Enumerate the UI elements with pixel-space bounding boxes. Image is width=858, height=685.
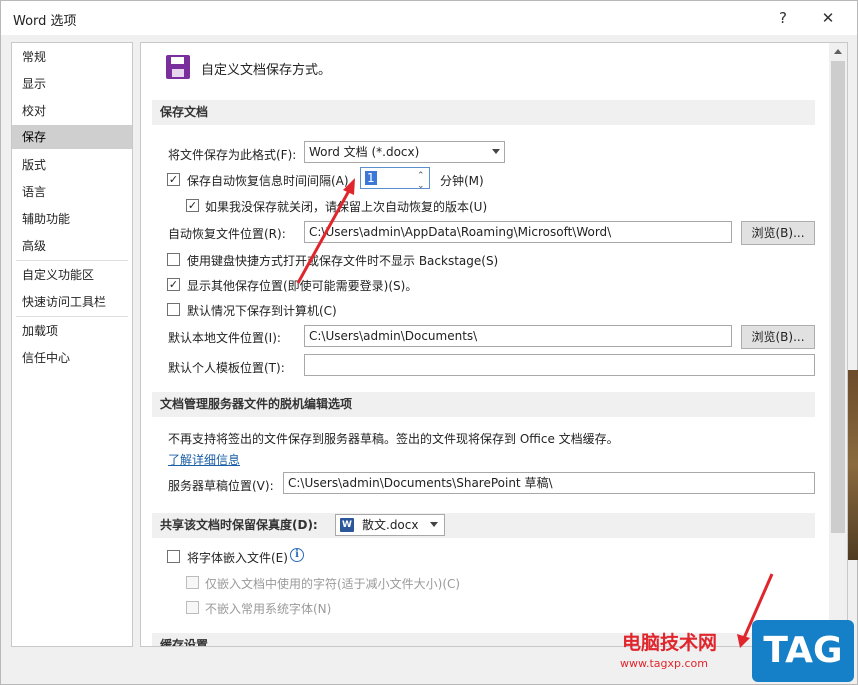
no-common-fonts-label: 不嵌入常用系统字体(N): [205, 602, 332, 616]
preserve-fidelity-label: 共享该文档时保留保真度(D):: [160, 518, 318, 532]
window-title: Word 选项: [13, 14, 77, 29]
watermark-site-name: 电脑技术网: [622, 632, 718, 654]
nav-item-language[interactable]: 语言: [12, 180, 132, 204]
keep-last-version-checkbox[interactable]: ✓: [186, 199, 199, 212]
nav-item-display[interactable]: 显示: [12, 72, 132, 96]
default-computer-label: 默认情况下保存到计算机(C): [187, 304, 337, 318]
scrollbar-thumb[interactable]: [831, 61, 845, 533]
vertical-scrollbar[interactable]: [829, 43, 847, 646]
autorecover-location-label: 自动恢复文件位置(R):: [168, 227, 286, 241]
title-bar: Word 选项 ? ✕: [1, 1, 857, 35]
nav-item-addins[interactable]: 加载项: [12, 319, 132, 343]
save-options-panel: 自定义文档保存方式。 保存文档 将文件保存为此格式(F): Word 文档 (*…: [140, 42, 848, 647]
show-other-locations-checkbox[interactable]: ✓: [167, 278, 180, 291]
nav-item-customize-ribbon[interactable]: 自定义功能区: [12, 263, 132, 287]
no-common-fonts-checkbox[interactable]: [186, 601, 199, 614]
nav-item-trust-center[interactable]: 信任中心: [12, 346, 132, 370]
autorecover-minutes-spinner[interactable]: 1 ⌃ ⌄: [360, 167, 430, 189]
no-backstage-label: 使用键盘快捷方式打开或保存文件时不显示 Backstage(S): [187, 254, 499, 268]
spin-down-icon[interactable]: ⌄: [417, 176, 425, 188]
nav-item-save[interactable]: 保存: [12, 125, 132, 149]
background-photo-strip: [848, 370, 858, 560]
embed-fonts-checkbox[interactable]: [167, 550, 180, 563]
autorecover-label: 保存自动恢复信息时间间隔(A): [187, 174, 349, 188]
personal-templates-label: 默认个人模板位置(T):: [168, 361, 285, 375]
save-format-dropdown[interactable]: Word 文档 (*.docx): [304, 141, 505, 163]
default-local-location-label: 默认本地文件位置(I):: [168, 331, 281, 345]
chevron-down-icon: [492, 149, 500, 154]
fidelity-document-value: 散文.docx: [362, 518, 419, 532]
word-document-icon: W: [340, 518, 354, 532]
embed-fonts-label: 将字体嵌入文件(E): [187, 551, 288, 565]
nav-divider: [16, 316, 128, 317]
fidelity-document-dropdown[interactable]: W 散文.docx: [335, 514, 445, 536]
server-drafts-input[interactable]: C:\Users\admin\Documents\SharePoint 草稿\: [283, 472, 815, 494]
offline-notice-text: 不再支持将签出的文件保存到服务器草稿。签出的文件现将保存到 Office 文档缓…: [168, 432, 619, 446]
embed-used-chars-label: 仅嵌入文档中使用的字符(适于减小文件大小)(C): [205, 577, 461, 591]
nav-item-advanced[interactable]: 高级: [12, 234, 132, 258]
help-button[interactable]: ?: [769, 7, 797, 29]
nav-item-general[interactable]: 常规: [12, 45, 132, 69]
no-backstage-checkbox[interactable]: [167, 253, 180, 266]
options-nav: 常规 显示 校对 保存 版式 语言 辅助功能 高级 自定义功能区 快速访问工具栏…: [11, 42, 133, 647]
section-save-documents: 保存文档: [152, 100, 815, 125]
browse-local-button[interactable]: 浏览(B)...: [741, 325, 815, 349]
default-local-location-input[interactable]: C:\Users\admin\Documents\: [304, 325, 732, 347]
nav-divider: [16, 260, 128, 261]
chevron-down-icon: [430, 522, 438, 527]
watermark-url: www.tagxp.com: [620, 657, 708, 670]
personal-templates-input[interactable]: [304, 354, 815, 376]
save-format-value: Word 文档 (*.docx): [309, 145, 420, 159]
watermark-tag-logo: TAG: [752, 620, 854, 682]
minutes-unit-label: 分钟(M): [440, 174, 484, 188]
save-format-label: 将文件保存为此格式(F):: [168, 148, 297, 162]
section-preserve-fidelity: 共享该文档时保留保真度(D):: [152, 513, 815, 538]
word-options-dialog: Word 选项 ? ✕ 常规 显示 校对 保存 版式 语言 辅助功能 高级 自定…: [0, 0, 858, 685]
autorecover-location-input[interactable]: C:\Users\admin\AppData\Roaming\Microsoft…: [304, 221, 732, 243]
save-disk-icon: [166, 55, 190, 79]
nav-item-accessibility[interactable]: 辅助功能: [12, 207, 132, 231]
close-button[interactable]: ✕: [814, 7, 842, 29]
browse-autorecover-button[interactable]: 浏览(B)...: [741, 221, 815, 245]
autorecover-minutes-value: 1: [365, 171, 377, 185]
embed-used-chars-checkbox[interactable]: [186, 576, 199, 589]
scroll-up-icon[interactable]: [834, 49, 842, 54]
autorecover-checkbox[interactable]: ✓: [167, 173, 180, 186]
nav-item-quick-access[interactable]: 快速访问工具栏: [12, 290, 132, 314]
nav-item-layout[interactable]: 版式: [12, 153, 132, 177]
server-drafts-label: 服务器草稿位置(V):: [168, 479, 274, 493]
keep-last-version-label: 如果我没保存就关闭，请保留上次自动恢复的版本(U): [205, 200, 488, 214]
default-computer-checkbox[interactable]: [167, 303, 180, 316]
show-other-locations-label: 显示其他保存位置(即使可能需要登录)(S)。: [187, 279, 418, 293]
page-heading: 自定义文档保存方式。: [201, 63, 332, 78]
nav-item-proofing[interactable]: 校对: [12, 99, 132, 123]
info-icon[interactable]: i: [290, 548, 304, 562]
section-offline-editing: 文档管理服务器文件的脱机编辑选项: [152, 392, 815, 417]
learn-more-link[interactable]: 了解详细信息: [168, 451, 240, 468]
